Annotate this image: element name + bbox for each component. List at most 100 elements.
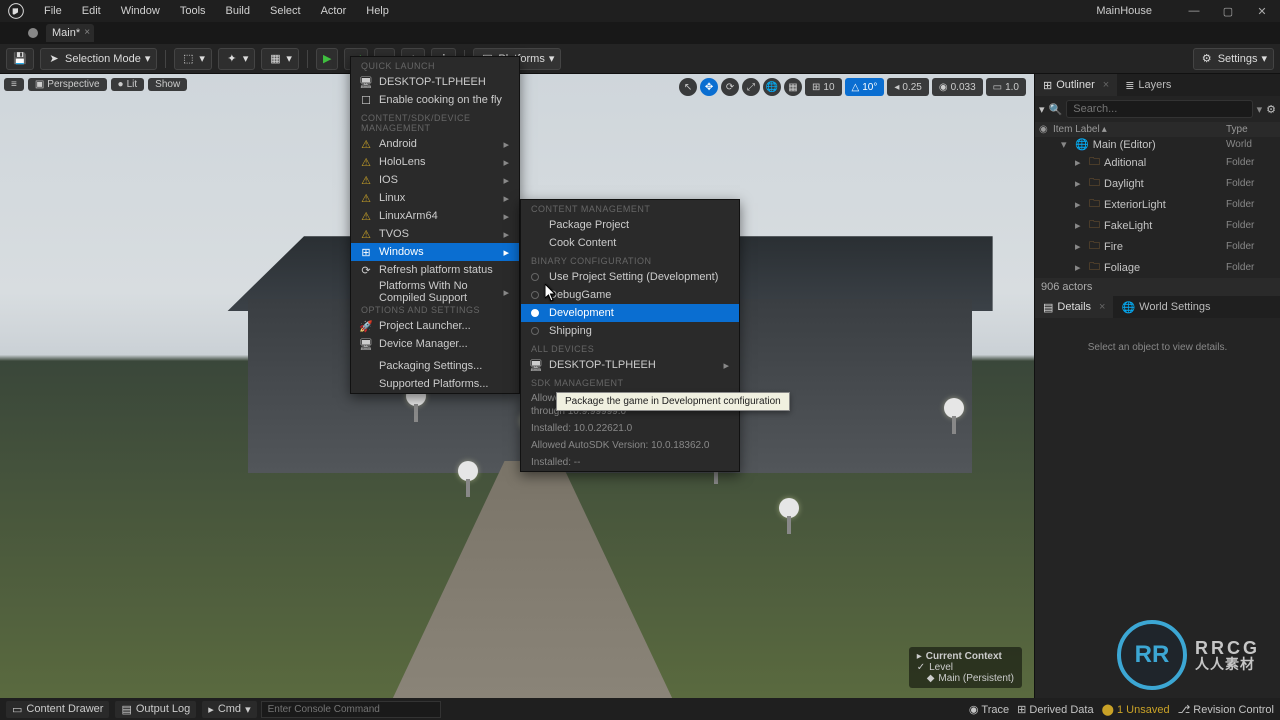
light-actor-icon[interactable] (941, 398, 967, 438)
menu-tvos[interactable]: ⚠TVOS▸ (351, 225, 519, 243)
menu-select[interactable]: Select (260, 1, 311, 21)
outliner-row[interactable]: ▸🗀FoliageFolder (1035, 257, 1280, 278)
outliner-search-input[interactable] (1066, 100, 1252, 118)
menu-linuxarm64[interactable]: ⚠LinuxArm64▸ (351, 207, 519, 225)
expand-arrow-icon[interactable]: ▸ (1075, 198, 1085, 211)
expand-arrow-icon[interactable]: ▸ (1075, 240, 1085, 253)
tab-main[interactable]: Main* × (46, 24, 94, 42)
angle-snap-button[interactable]: △ 10° (845, 78, 885, 96)
transform-scale-button[interactable]: ⤢ (742, 78, 760, 96)
cmd-dropdown[interactable]: ▸Cmd ▾ (202, 701, 256, 718)
menu-build[interactable]: Build (216, 1, 260, 21)
viewport-maximize-button[interactable]: ▭ 1.0 (986, 78, 1026, 96)
outliner-row[interactable]: ▸🗀FireFolder (1035, 236, 1280, 257)
selection-mode-dropdown[interactable]: ➤ Selection Mode ▾ (40, 48, 157, 70)
play-button[interactable]: ▶ (316, 48, 338, 70)
transform-select-button[interactable]: ↖ (679, 78, 697, 96)
menu-edit[interactable]: Edit (72, 1, 111, 21)
scale-snap-button[interactable]: ◂ 0.25 (887, 78, 929, 96)
menu-refresh-status[interactable]: ⟳Refresh platform status (351, 261, 519, 279)
folder-icon: 🗀 (1089, 258, 1100, 277)
menu-enable-cooking[interactable]: ☐Enable cooking on the fly (351, 91, 519, 109)
close-button[interactable]: ✕ (1250, 5, 1274, 18)
tab-outliner[interactable]: ⊞Outliner× (1035, 74, 1117, 96)
viewport-lit-button[interactable]: ●Lit (111, 78, 145, 91)
surface-snap-button[interactable]: ▦ (784, 78, 802, 96)
menu-shipping[interactable]: Shipping (521, 322, 739, 340)
sort-icon[interactable]: ▴ (1102, 124, 1107, 135)
add-content-button[interactable]: ⬚▾ (174, 48, 212, 70)
menu-device-manager[interactable]: 🖥Device Manager... (351, 335, 519, 353)
outliner-row[interactable]: ▸🗀FakeLightFolder (1035, 215, 1280, 236)
expand-arrow-icon[interactable]: ▸ (1075, 219, 1085, 232)
menu-tools[interactable]: Tools (170, 1, 216, 21)
console-command-input[interactable] (261, 701, 441, 718)
tab-close-icon[interactable]: × (84, 27, 90, 38)
outliner-row[interactable]: ▸🗀ExteriorLightFolder (1035, 194, 1280, 215)
light-actor-icon[interactable] (776, 498, 802, 538)
menu-desktop[interactable]: 🖥DESKTOP-TLPHEEH (351, 73, 519, 91)
eye-icon[interactable]: ◉ (1039, 124, 1053, 135)
camera-speed-button[interactable]: ◉ 0.033 (932, 78, 983, 96)
filter-icon[interactable]: ▾ (1039, 103, 1045, 116)
tab-details[interactable]: ▤Details× (1035, 296, 1113, 318)
options-icon[interactable]: ▾ (1257, 103, 1263, 116)
marketplace-button[interactable]: ✦▾ (218, 48, 256, 70)
expand-arrow-icon[interactable]: ▾ (1061, 138, 1071, 151)
outliner-tree[interactable]: ▾🌐Main (Editor)World▸🗀AditionalFolder▸🗀D… (1035, 137, 1280, 278)
menu-cook-content[interactable]: Cook Content (521, 234, 739, 252)
warning-icon: ⚠ (359, 210, 373, 223)
save-button[interactable]: 💾 (6, 48, 34, 70)
output-log-button[interactable]: ▤Output Log (115, 701, 196, 718)
revision-control-button[interactable]: ⎇ Revision Control (1178, 703, 1274, 716)
light-actor-icon[interactable] (455, 461, 481, 501)
outliner-row[interactable]: ▸🗀AditionalFolder (1035, 152, 1280, 173)
menu-android[interactable]: ⚠Android▸ (351, 135, 519, 153)
content-drawer-button[interactable]: ▭Content Drawer (6, 701, 109, 718)
menu-help[interactable]: Help (356, 1, 399, 21)
menu-ios[interactable]: ⚠IOS▸ (351, 171, 519, 189)
minimize-button[interactable]: — (1182, 5, 1206, 18)
derived-data-button[interactable]: ⊞ Derived Data (1017, 703, 1093, 716)
tab-layers[interactable]: ≣Layers (1117, 74, 1179, 96)
viewport-options-button[interactable]: ≡ (4, 78, 24, 91)
expand-arrow-icon[interactable]: ▸ (1075, 261, 1085, 274)
transform-translate-button[interactable]: ✥ (700, 78, 718, 96)
menu-debuggame[interactable]: DebugGame (521, 286, 739, 304)
tab-close-icon[interactable]: × (1099, 301, 1105, 313)
expand-arrow-icon[interactable]: ▸ (1075, 177, 1085, 190)
menu-development[interactable]: Development (521, 304, 739, 322)
menu-actor[interactable]: Actor (311, 1, 357, 21)
menu-package-project[interactable]: Package Project (521, 216, 739, 234)
menu-hololens[interactable]: ⚠HoloLens▸ (351, 153, 519, 171)
menu-supported-platforms[interactable]: Supported Platforms... (351, 375, 519, 393)
menu-no-compiled[interactable]: Platforms With No Compiled Support▸ (351, 283, 519, 301)
viewport-perspective-button[interactable]: ▣Perspective (28, 78, 107, 91)
menu-window[interactable]: Window (111, 1, 170, 21)
viewport-show-button[interactable]: Show (148, 78, 187, 91)
outliner-row[interactable]: ▾🌐Main (Editor)World (1035, 137, 1280, 152)
menu-device-desktop[interactable]: 🖥DESKTOP-TLPHEEH▸ (521, 356, 739, 374)
settings-dropdown[interactable]: ⚙ Settings ▾ (1193, 48, 1274, 70)
menu-packaging-settings[interactable]: Packaging Settings... (351, 357, 519, 375)
coord-space-button[interactable]: 🌐 (763, 78, 781, 96)
menu-linux[interactable]: ⚠Linux▸ (351, 189, 519, 207)
outliner-row[interactable]: ▸🗀DaylightFolder (1035, 173, 1280, 194)
sdk-installed-auto: Installed: -- (521, 454, 739, 471)
cinematics-button[interactable]: ▦▾ (261, 48, 299, 70)
grid-snap-button[interactable]: ⊞ 10 (805, 78, 842, 96)
menu-project-launcher[interactable]: 🚀Project Launcher... (351, 317, 519, 335)
tab-close-icon[interactable]: × (1103, 79, 1109, 91)
unsaved-button[interactable]: ⬤ 1 Unsaved (1102, 703, 1170, 716)
trace-button[interactable]: ◉ Trace (969, 703, 1009, 716)
expand-arrow-icon[interactable]: ▸ (1075, 156, 1085, 169)
menu-use-project-setting[interactable]: Use Project Setting (Development) (521, 268, 739, 286)
save-indicator-icon[interactable] (26, 26, 40, 40)
sdk-installed: Installed: 10.0.22621.0 (521, 420, 739, 437)
tab-world-settings[interactable]: 🌐World Settings (1113, 296, 1218, 318)
menu-file[interactable]: File (34, 1, 72, 21)
menu-windows[interactable]: ⊞Windows▸ (351, 243, 519, 261)
maximize-button[interactable]: ▢ (1216, 5, 1240, 18)
gear-icon[interactable]: ⚙ (1266, 103, 1276, 116)
transform-rotate-button[interactable]: ⟳ (721, 78, 739, 96)
